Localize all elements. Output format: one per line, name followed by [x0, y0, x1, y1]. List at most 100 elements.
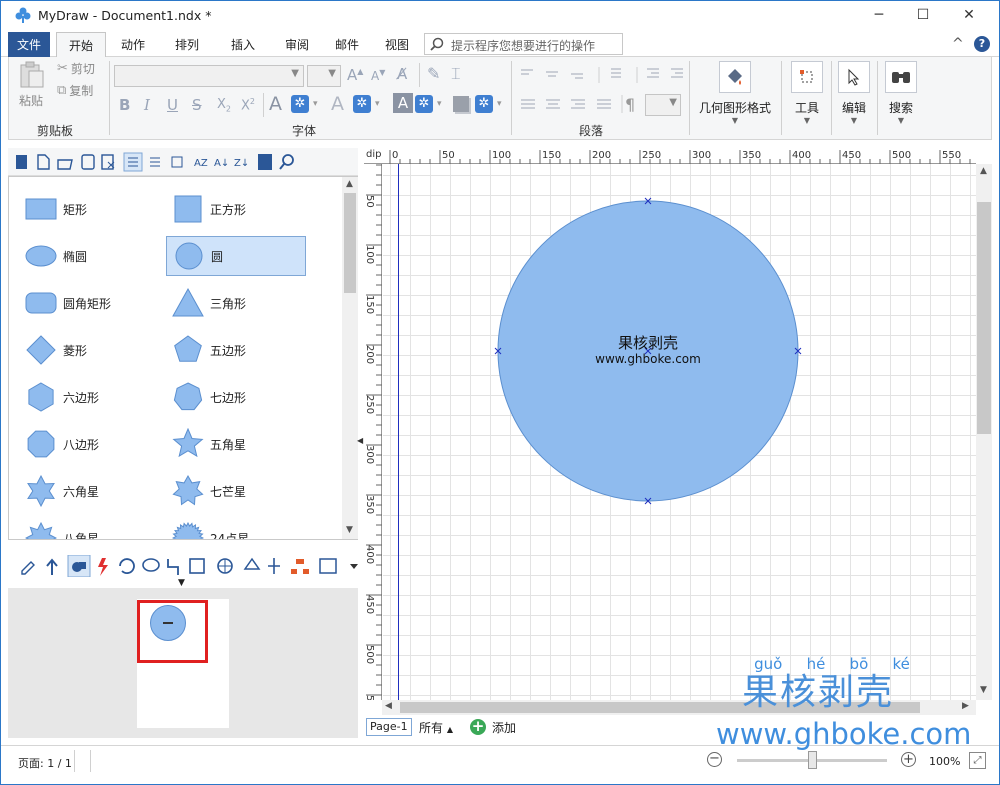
divider — [263, 93, 264, 117]
subscript-icon[interactable]: X2 — [217, 97, 231, 114]
add-page-label[interactable]: 添加 — [492, 719, 516, 736]
shape-item-star8[interactable]: 八角星 — [19, 518, 159, 539]
shape-item-triangle[interactable]: 三角形 — [166, 283, 306, 323]
font-color-icon[interactable]: A — [269, 93, 282, 115]
underline-icon[interactable]: U — [167, 96, 178, 114]
format-painter-icon[interactable]: ⌶ — [451, 64, 461, 84]
tab-home[interactable]: 开始 — [56, 32, 106, 58]
collapse-ribbon-icon[interactable]: ^ — [952, 36, 964, 52]
heptagon-shape-icon — [172, 381, 204, 413]
shape-item-diamond[interactable]: 菱形 — [19, 330, 159, 370]
cut-button[interactable]: ✂ 剪切 — [57, 60, 95, 77]
paste-button[interactable]: 粘贴 — [13, 61, 49, 113]
shapes-scrollbar[interactable]: ▲ ▼ — [342, 177, 358, 539]
tab-file[interactable]: 文件 — [8, 32, 50, 57]
shape-item-circle[interactable]: 圆 — [166, 236, 306, 276]
tab-insert[interactable]: 插入 — [222, 32, 264, 57]
drawing-tools-icons[interactable] — [16, 555, 361, 577]
window-title: MyDraw - Document1.ndx * — [38, 8, 212, 23]
gear-icon[interactable]: ✲ — [475, 95, 493, 113]
help-icon[interactable]: ? — [974, 36, 990, 52]
shape-item-heptagon[interactable]: 七边形 — [166, 377, 306, 417]
chevron-down-icon[interactable]: ▾ — [497, 99, 502, 109]
ruler-label: 0 — [392, 150, 398, 161]
app-logo-icon — [15, 7, 31, 23]
divider — [109, 61, 110, 135]
search-input[interactable]: 提示程序您想要进行的操作 — [424, 33, 623, 55]
shapes-toolbar-icons[interactable]: AZ A↓ Z↓ — [12, 152, 302, 172]
edit-button[interactable]: 编辑 ▼ — [835, 61, 873, 125]
shape-item-hexagon[interactable]: 六边形 — [19, 377, 159, 417]
scroll-thumb[interactable] — [344, 193, 356, 293]
shape-item-label: 八边形 — [63, 437, 100, 452]
shape-item-octagon[interactable]: 八边形 — [19, 424, 159, 464]
chevron-down-icon[interactable]: ▾ — [437, 99, 442, 109]
bold-icon[interactable]: B — [119, 96, 130, 114]
scroll-up-icon[interactable]: ▲ — [980, 166, 987, 176]
zoom-slider-thumb[interactable] — [808, 751, 817, 769]
font-size-select[interactable]: ▼ — [307, 65, 341, 87]
scroll-left-icon[interactable]: ◀ — [385, 701, 392, 711]
canvas-vertical-scrollbar[interactable]: ▲ ▼ — [976, 164, 992, 700]
chevron-down-icon: ▼ — [669, 97, 677, 108]
paint-bucket-icon — [719, 61, 751, 93]
shape-item-star5[interactable]: 五角星 — [166, 424, 306, 464]
tab-review[interactable]: 审阅 — [276, 32, 318, 57]
all-pages-button[interactable]: 所有 ▲ — [419, 719, 453, 736]
ruler-label: 300 — [692, 150, 711, 161]
italic-icon[interactable]: I — [144, 96, 150, 114]
shape-item-label: 正方形 — [210, 202, 247, 217]
copy-button[interactable]: ⧉ 复制 — [57, 82, 93, 99]
maximize-button[interactable]: ☐ — [900, 0, 946, 30]
shadow-icon[interactable] — [453, 96, 469, 112]
pilcrow-icon[interactable]: ¶ — [625, 95, 635, 114]
grow-font-icon[interactable]: A▲ — [347, 66, 363, 84]
gear-icon[interactable]: ✲ — [353, 95, 371, 113]
all-pages-label: 所有 — [419, 721, 444, 735]
tab-mail[interactable]: 邮件 — [326, 32, 368, 57]
shape-item-star6[interactable]: 六角星 — [19, 471, 159, 511]
superscript-icon[interactable]: X2 — [241, 97, 255, 113]
expand-icon[interactable]: ▼ — [178, 578, 185, 588]
search-button[interactable]: 搜索 ▼ — [881, 61, 921, 125]
geometry-format-button[interactable]: 几何图形格式 ▼ — [695, 61, 775, 125]
scroll-right-icon[interactable]: ▶ — [962, 701, 969, 711]
highlight-icon[interactable]: A — [393, 93, 413, 113]
tab-action[interactable]: 动作 — [112, 32, 154, 57]
zoom-out-icon[interactable]: − — [707, 752, 722, 767]
font-family-select[interactable]: ▼ — [114, 65, 304, 87]
shape-item-star24[interactable]: 24点星 — [166, 518, 306, 539]
gear-icon[interactable]: ✲ — [291, 95, 309, 113]
chevron-down-icon[interactable]: ▾ — [375, 99, 380, 109]
page-thumbnail[interactable] — [137, 599, 229, 728]
minimize-button[interactable]: ─ — [856, 0, 902, 30]
tools-button[interactable]: 工具 ▼ — [787, 61, 827, 125]
collapse-panel-icon[interactable]: ◀ — [357, 436, 363, 445]
tab-arrange[interactable]: 排列 — [166, 32, 208, 57]
shape-item-ellipse[interactable]: 椭圆 — [19, 236, 159, 276]
scroll-thumb[interactable] — [977, 202, 991, 434]
shape-item-square[interactable]: 正方形 — [166, 189, 306, 229]
eyedropper-icon[interactable]: ✎ — [427, 64, 440, 83]
shape-item-star7[interactable]: 七芒星 — [166, 471, 306, 511]
fit-page-icon[interactable]: ⤢ — [969, 752, 986, 769]
shape-item-pentagon[interactable]: 五边形 — [166, 330, 306, 370]
page-tab[interactable]: Page-1 — [366, 718, 412, 736]
scroll-down-icon[interactable]: ▼ — [980, 685, 987, 695]
shape-item-roundrect[interactable]: 圆角矩形 — [19, 283, 159, 323]
zoom-in-icon[interactable]: + — [901, 752, 916, 767]
strikethrough-icon[interactable]: S — [192, 96, 202, 114]
line-spacing-select[interactable]: ▼ — [645, 94, 681, 116]
chevron-down-icon[interactable]: ▾ — [313, 99, 318, 109]
text-effects-icon[interactable]: A — [331, 93, 344, 115]
shape-item-rect[interactable]: 矩形 — [19, 189, 159, 229]
drawing-canvas[interactable]: 果核剥壳 www.ghboke.com — [383, 164, 976, 700]
tab-view[interactable]: 视图 — [376, 32, 418, 57]
add-page-icon[interactable]: + — [470, 719, 486, 735]
scroll-up-icon[interactable]: ▲ — [346, 179, 353, 189]
clear-format-icon[interactable]: A̸ — [397, 65, 407, 83]
scroll-down-icon[interactable]: ▼ — [346, 525, 353, 535]
close-button[interactable]: ✕ — [946, 0, 992, 30]
shrink-font-icon[interactable]: A▼ — [371, 68, 385, 83]
gear-icon[interactable]: ✲ — [415, 95, 433, 113]
